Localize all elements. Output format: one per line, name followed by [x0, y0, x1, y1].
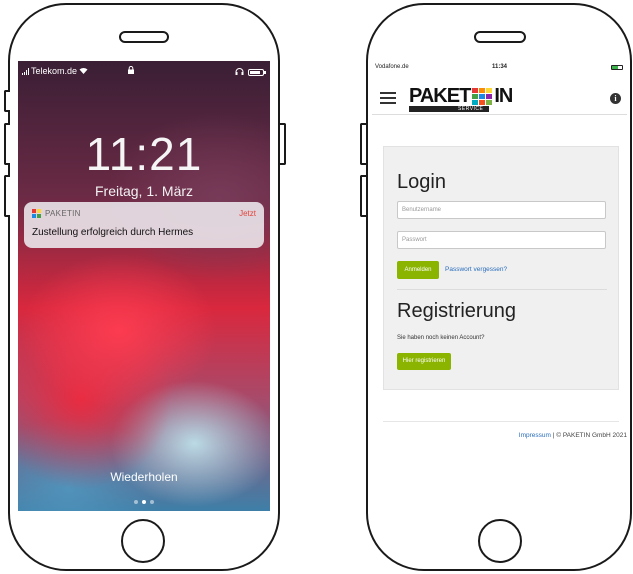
hamburger-menu-icon[interactable]: [380, 92, 396, 104]
battery-icon: [611, 65, 623, 70]
register-heading: Registrierung: [397, 300, 516, 322]
wifi-icon: [79, 66, 88, 76]
lock-icon: [128, 65, 134, 76]
page-dot-active: [142, 500, 146, 504]
lock-screen: Telekom.de 11:21 Freitag, 1. März PAKETI…: [18, 61, 270, 511]
volume-up-button: [360, 123, 366, 165]
login-button[interactable]: Anmelden: [397, 261, 439, 279]
repeat-label[interactable]: Wiederholen: [18, 470, 270, 484]
login-panel: Login Benutzername Passwort Anmelden Pas…: [383, 146, 619, 390]
notification-app: PAKETIN: [32, 209, 81, 218]
notification-time: Jetzt: [239, 209, 256, 218]
carrier-name: Telekom.de: [31, 66, 78, 76]
web-screen: Vodafone.de 11:34 PAKET IN SERVICE i Log…: [372, 62, 627, 512]
page-dot: [134, 500, 138, 504]
username-field[interactable]: Benutzername: [397, 201, 606, 219]
logo-subtitle: SERVICE: [452, 106, 490, 112]
volume-up-button: [4, 123, 10, 165]
earpiece-speaker: [474, 31, 526, 43]
notification-app-name: PAKETIN: [45, 209, 81, 218]
lock-date: Freitag, 1. März: [94, 183, 194, 199]
mute-switch: [4, 90, 10, 112]
battery-icon: [248, 68, 266, 76]
login-heading: Login: [397, 171, 446, 193]
signal-icon: [22, 67, 29, 75]
home-button-right[interactable]: [478, 519, 522, 563]
paketin-logo[interactable]: PAKET IN SERVICE: [409, 85, 513, 113]
volume-down-button: [4, 175, 10, 217]
copyright-text: | © PAKETIN GmbH 2021: [550, 432, 627, 439]
info-icon[interactable]: i: [610, 93, 621, 104]
logo-squares: [472, 88, 493, 105]
status-bar: Vodafone.de 11:34: [372, 63, 627, 75]
register-button[interactable]: Hier registrieren: [397, 353, 451, 370]
password-field[interactable]: Passwort: [397, 231, 606, 249]
status-time: 11:34: [491, 64, 507, 70]
headphones-icon: [235, 67, 244, 77]
lock-clock: 11:21: [85, 128, 203, 180]
earpiece-speaker: [119, 31, 169, 43]
forgot-password-link[interactable]: Passwort vergessen?: [445, 266, 507, 273]
status-bar: Telekom.de: [18, 65, 270, 79]
power-button: [280, 123, 286, 165]
site-footer: Impressum | © PAKETIN GmbH 2021: [519, 432, 627, 439]
impressum-link[interactable]: Impressum: [519, 432, 551, 439]
home-button-left[interactable]: [121, 519, 165, 563]
register-hint: Sie haben noch keinen Account?: [397, 335, 485, 341]
logo-text-left: PAKET: [409, 85, 471, 107]
section-divider: [397, 289, 607, 290]
logo-underline: [409, 106, 452, 112]
site-header: PAKET IN SERVICE i: [372, 75, 627, 115]
paketin-app-icon: [32, 209, 41, 218]
notification-message: Zustellung erfolgreich durch Hermes: [32, 227, 194, 238]
notification-card[interactable]: PAKETIN Jetzt Zustellung erfolgreich dur…: [24, 202, 264, 248]
volume-down-button: [360, 175, 366, 217]
status-right: [235, 67, 266, 77]
carrier-info: Telekom.de: [22, 66, 88, 76]
footer-divider: [383, 421, 619, 422]
logo-text-right: IN: [494, 85, 513, 107]
camera-dot-icon: [150, 500, 154, 504]
page-indicator: [18, 500, 270, 504]
